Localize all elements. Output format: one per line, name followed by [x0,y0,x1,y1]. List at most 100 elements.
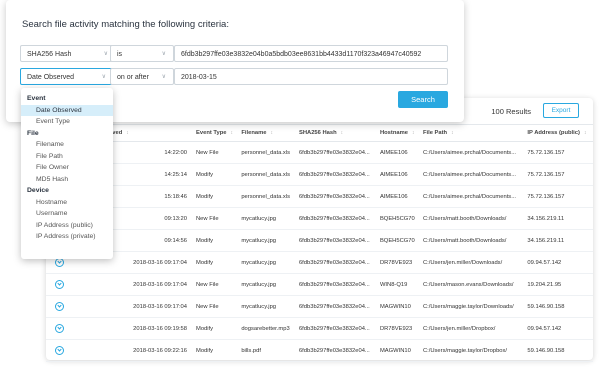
dropdown-option[interactable]: MD5 Hash [21,174,113,186]
cell-file: bills.pdf [238,339,296,362]
table-row[interactable]: 2018-03-16 09:17:04 Modify mycatlucy.jpg 6f… [46,251,593,274]
cell-path: C:/Users/matt.booth/Downloads/ [419,229,525,252]
select-value: on or after [117,74,149,81]
cell-path: C:/Users/jen.miller/Downloads/ [419,251,525,274]
dropdown-option[interactable]: File Owner [21,162,113,174]
cell-ip: 75.72.136.157 [524,141,593,164]
row-icon-cell [46,317,74,340]
expand-row-icon[interactable] [55,324,64,333]
cell-event: New File [193,141,239,164]
cell-hash: 6fdb3b297ffe03e3832e04... [295,141,377,164]
value-input-2[interactable]: 2018-03-15 [174,68,448,85]
cell-file: personnel_data.xls [238,185,296,208]
cell-path: C:/Users/mason.evans/Downloads/ [419,273,525,296]
criteria-field-select-1[interactable]: SHA256 Hash ∨ [20,45,116,62]
table-row[interactable]: 2018-03-16 09:19:58 Modify dogsarebetter.m… [46,317,593,340]
dropdown-option[interactable]: Hostname [21,197,113,209]
select-value: is [117,51,123,58]
col-file-path[interactable]: File Path ↕ [419,124,525,142]
criteria-dropdown-menu: Event Date Observed Event Type File Filename… [21,88,113,259]
value-input-1[interactable]: 6fdb3b297ffe03e3832e04b0a5bdb03ee8631bb4… [174,45,448,62]
operator-select-1[interactable]: is ∨ [110,45,174,62]
sort-icon: ↕ [230,130,234,136]
table-row[interactable]: 2018-03-16 09:17:04 New File mycatlucy.jpg… [46,273,593,296]
col-label: Hostname [379,130,408,136]
dropdown-group-label: Device [27,187,49,194]
dropdown-option[interactable]: File Path [21,151,113,163]
input-value: 2018-03-15 [181,74,217,81]
col-label: IP Address (public) [527,130,580,136]
results-panel: 100 Results Export rved ↕ Event Type ↕ Fil… [46,98,593,362]
cell-host: MAGWIN10 [376,339,420,362]
col-hostname[interactable]: Hostname ↕ [376,124,420,142]
chevron-down-icon: ∨ [101,74,106,80]
cell-hash: 6fdb3b297ffe03e3832e04... [295,163,377,186]
select-value: SHA256 Hash [27,51,72,58]
table-row[interactable]: 09:14:56 Modify mycatlucy.jpg 6fdb3b297ffe0… [46,229,593,252]
cell-hash: 6fdb3b297ffe03e3832e04... [295,229,377,252]
expand-row-icon[interactable] [55,302,64,311]
table-row[interactable]: 14:22:00 New File personnel_data.xls 6fdb3b… [46,141,593,164]
sort-icon: ↕ [451,130,454,136]
cell-hash: 6fdb3b297ffe03e3832e04... [295,185,377,208]
cell-host: WIN8-Q19 [376,273,420,296]
cell-file: mycatlucy.jpg [238,229,296,252]
col-label: File Path [422,130,448,136]
cell-hash: 6fdb3b297ffe03e3832e04... [295,295,377,318]
cell-host: DR78VE923 [376,317,420,340]
cell-ip: 75.72.136.157 [524,185,593,208]
col-filename[interactable]: Filename ↕ [238,124,296,142]
cell-path: C:/Users/matt.booth/Downloads/ [419,207,525,230]
cell-event: New File [193,207,239,230]
dropdown-option[interactable]: IP Address (private) [21,231,113,243]
table-row[interactable]: 2018-03-16 09:17:04 New File mycatlucy.jpg… [46,295,593,318]
cell-host: AIMEE106 [376,185,420,208]
col-label: Filename [241,130,267,136]
cell-path: C:/Users/jen.miller/Dropbox/ [419,317,525,340]
col-event-type[interactable]: Event Type ↕ [193,124,239,142]
row-icon-cell [46,295,74,318]
table-row[interactable]: 15:18:46 Modify personnel_data.xls 6fdb3b29… [46,185,593,208]
chevron-down-icon: ∨ [161,74,166,80]
cell-event: Modify [193,317,239,340]
cell-ip: 34.156.219.11 [524,207,593,230]
table-row[interactable]: 09:13:20 New File mycatlucy.jpg 6fdb3b297ff… [46,207,593,230]
cell-file: mycatlucy.jpg [238,295,296,318]
cell-host: MAGWIN10 [376,295,420,318]
expand-row-icon[interactable] [55,346,64,355]
cell-date: 2018-03-16 09:19:58 [74,317,193,340]
criteria-field-select-2[interactable]: Date Observed ∨ [20,68,114,85]
cell-host: AIMEE106 [376,141,420,164]
cell-hash: 6fdb3b297ffe03e3832e04... [295,273,377,296]
cell-event: Modify [193,163,239,186]
cell-host: DR78VE923 [376,251,420,274]
dropdown-option[interactable]: Username [21,208,113,220]
dropdown-option[interactable]: Date Observed [21,104,113,116]
col-label: Event Type [196,130,227,136]
cell-path: C:/Users/maggie.taylor/Dropbox/ [419,339,525,362]
cell-ip: 09.94.57.142 [524,317,593,340]
cell-event: Modify [193,229,239,252]
dropdown-option[interactable]: IP Address (public) [21,220,113,232]
dropdown-option[interactable]: Filename [21,139,113,151]
col-sha256[interactable]: SHA256 Hash ↕ [295,124,377,142]
expand-row-icon[interactable] [55,280,64,289]
dropdown-option[interactable]: Event Type [21,116,113,128]
table-row[interactable]: 2018-03-16 09:22:16 Modify bills.pdf 6fdb3b… [46,339,593,362]
cell-hash: 6fdb3b297ffe03e3832e04... [295,207,377,230]
cell-event: New File [193,273,239,296]
cell-ip: 34.156.219.11 [524,229,593,252]
expand-row-icon[interactable] [55,258,64,267]
export-button[interactable]: Export [543,103,579,118]
cell-event: Modify [193,339,239,362]
chevron-down-icon: ∨ [161,51,166,57]
cell-path: C:/Users/maggie.taylor/Downloads/ [419,295,525,318]
table-row[interactable]: 14:25:14 Modify personnel_data.xls 6fdb3b29… [46,163,593,186]
col-ip-public[interactable]: IP Address (public) ↕ [524,124,593,142]
cell-hash: 6fdb3b297ffe03e3832e04... [295,251,377,274]
search-button[interactable]: Search [398,91,448,108]
operator-select-2[interactable]: on or after ∨ [110,68,174,85]
sort-icon: ↕ [583,130,587,136]
cell-hash: 6fdb3b297ffe03e3832e04... [295,317,377,340]
cell-file: personnel_data.xls [238,141,296,164]
